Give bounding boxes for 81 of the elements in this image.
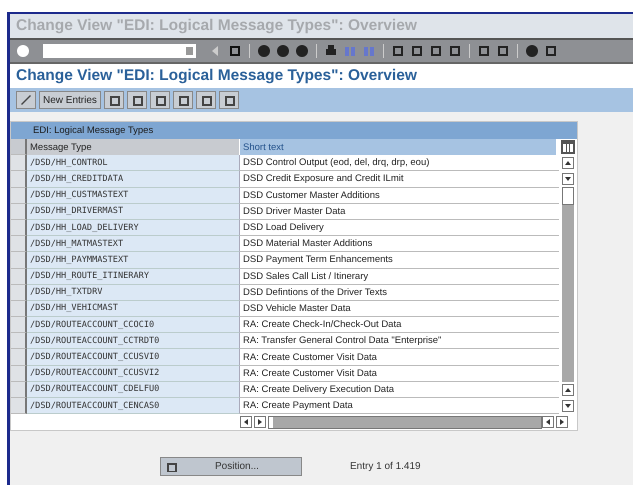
table-cell: DSD Defintions of the Driver Texts [240,284,559,301]
table-title: EDI: Logical Message Types [11,122,577,139]
row-selector[interactable] [11,300,27,318]
vertical-scrollbar[interactable] [562,187,574,382]
position-button[interactable]: Position... [160,457,302,476]
row-selector[interactable] [11,366,27,382]
row-selector[interactable] [11,268,27,285]
delete-button[interactable] [126,91,147,109]
row-selector[interactable] [11,284,27,301]
table-cell: RA: Transfer General Control Data "Enterprise" [240,333,559,350]
table-cell: RA: Create Customer Visit Data [240,366,559,382]
pen-icon [20,94,32,106]
table-cell: DSD Control Output (eod, del, drq, drp, eou) [240,155,559,172]
row-selector[interactable] [11,236,27,252]
select-block-button[interactable] [196,91,216,109]
row-selector[interactable] [11,317,27,334]
table-cell: /DSD/HH_DRIVERMAST [27,204,240,220]
table-cell: RA: Create Check-In/Check-Out Data [240,317,559,334]
horizontal-scrollbar[interactable] [240,416,542,428]
table-cell: /DSD/ROUTEACCOUNT_CCUSVI0 [27,349,240,366]
triangle-icon [565,177,571,181]
table-cell: /DSD/HH_CUSTMASTEXT [27,188,240,204]
row-selector[interactable] [11,398,27,414]
table-cell: /DSD/HH_CONTROL [27,155,240,172]
scroll-down-button[interactable] [562,173,574,185]
table-cell: /DSD/HH_PAYMMASTEXT [27,252,240,268]
row-selector[interactable] [11,204,27,220]
page-title: Change View "EDI: Logical Message Types": Overview [16,67,417,85]
table-cell: /DSD/ROUTEACCOUNT_CCUSVI2 [27,366,240,382]
scroll-up-button[interactable] [562,157,574,169]
triangle-icon [546,419,550,426]
scroll-left-button[interactable] [240,416,252,428]
table-cell: DSD Customer Master Additions [240,188,559,204]
new-entries-button[interactable]: New Entries [39,91,101,109]
row-selector[interactable] [11,252,27,268]
print-icon[interactable] [324,44,338,58]
column-settings-icon[interactable] [561,140,575,154]
table-cell: DSD Material Master Additions [240,236,559,252]
triangle-icon [565,404,571,408]
table-cell: /DSD/HH_ROUTE_ITINERARY [27,268,240,285]
column-header[interactable]: Short text [240,139,557,156]
triangle-icon [565,388,571,392]
table-cell: /DSD/HH_VEHICMAST [27,300,240,318]
table-cell: /DSD/HH_TXTDRV [27,284,240,301]
undo-button[interactable] [150,91,170,109]
table-cell: RA: Create Payment Data [240,398,559,414]
table-cell: /DSD/ROUTEACCOUNT_CCTRDT0 [27,333,240,350]
table-cell: DSD Sales Call List / Itinerary [240,268,559,285]
copy-button[interactable] [104,91,124,109]
triangle-icon [565,161,571,165]
select-all-button[interactable] [172,91,193,109]
select-all-corner[interactable] [11,139,27,156]
row-selector[interactable] [11,155,27,172]
scroll-right-button[interactable] [254,416,266,428]
table-cell: DSD Payment Term Enhancements [240,252,559,268]
table-cell: /DSD/HH_LOAD_DELIVERY [27,220,240,236]
scroll-left-button[interactable] [542,416,554,428]
table-cell: DSD Credit Exposure and Credit ILmit [240,171,559,188]
deselect-button[interactable] [218,91,239,109]
triangle-icon [258,419,262,426]
display-change-button[interactable] [16,91,36,109]
scroll-up-button[interactable] [562,384,574,396]
triangle-icon [244,419,248,426]
table-cell: /DSD/HH_MATMASTEXT [27,236,240,252]
row-selector[interactable] [11,349,27,366]
row-selector[interactable] [11,171,27,188]
window-title: Change View "EDI: Logical Message Types": Overview [16,17,417,35]
triangle-icon [560,419,564,426]
table-cell: /DSD/HH_CREDITDATA [27,171,240,188]
command-field[interactable] [43,44,196,58]
row-selector[interactable] [11,188,27,204]
scroll-right-button[interactable] [556,416,568,428]
column-header[interactable]: Message Type [27,139,240,156]
row-selector[interactable] [11,220,27,236]
table-cell: /DSD/ROUTEACCOUNT_CDELFU0 [27,382,240,398]
entry-count: Entry 1 of 1.419 [350,461,421,472]
table-cell: /DSD/ROUTEACCOUNT_CENCAS0 [27,398,240,414]
row-selector[interactable] [11,382,27,398]
table-cell: /DSD/ROUTEACCOUNT_CCOCI0 [27,317,240,334]
scroll-down-button[interactable] [562,400,574,412]
row-selector[interactable] [11,333,27,350]
